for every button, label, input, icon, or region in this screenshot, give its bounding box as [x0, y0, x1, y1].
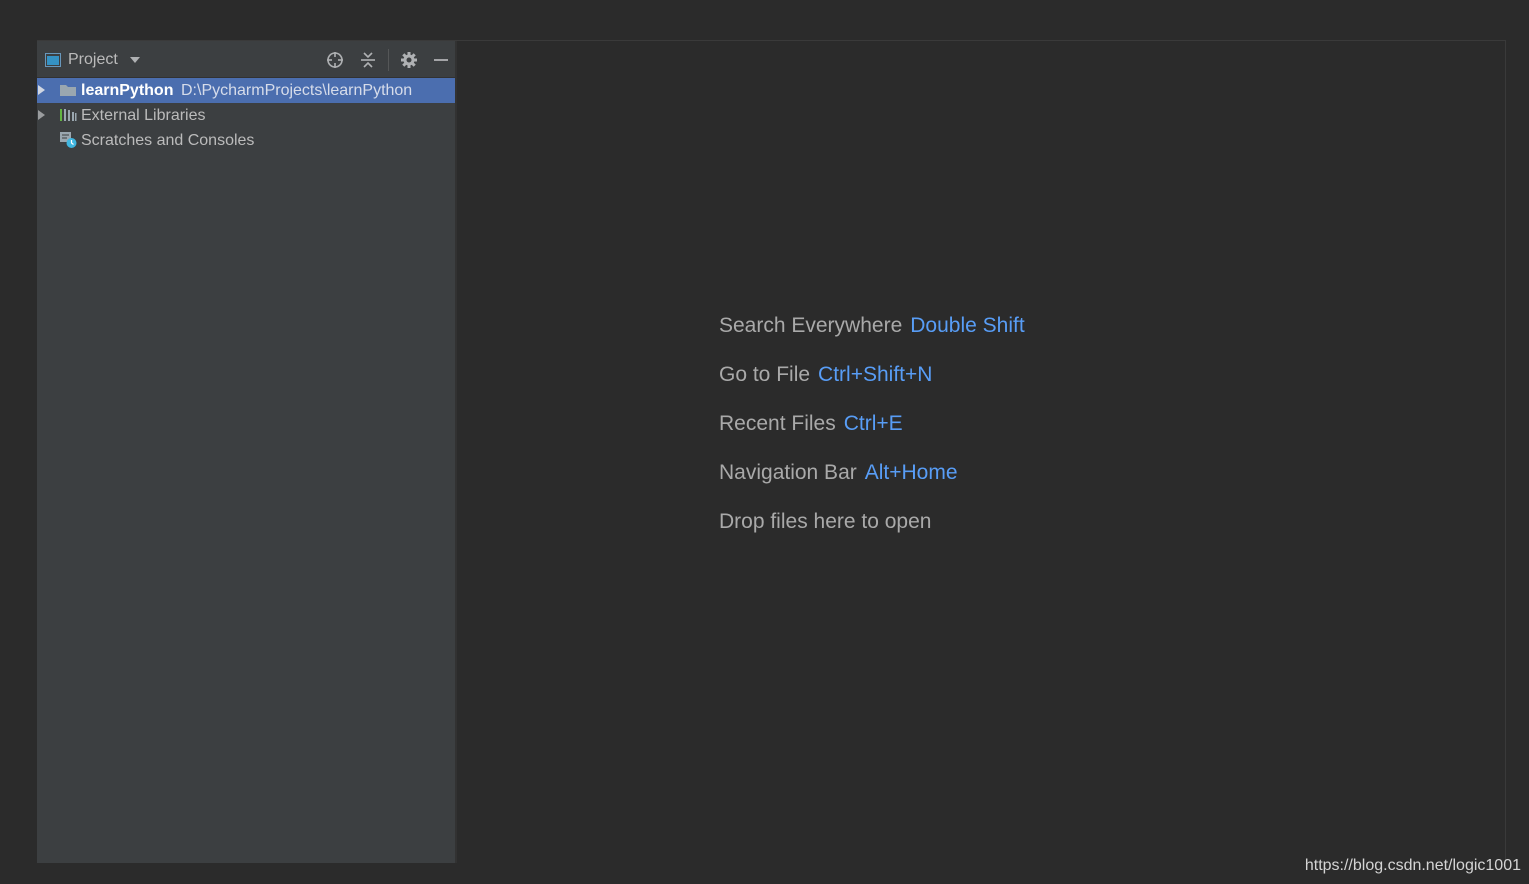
tree-item-label: learnPython: [81, 82, 174, 99]
tree-item-scratches-and-consoles[interactable]: Scratches and Consoles: [37, 128, 455, 153]
locate-icon[interactable]: [325, 50, 345, 70]
hint-label: Search Everywhere: [719, 314, 903, 337]
hint-shortcut: Double Shift: [910, 314, 1025, 337]
hint-label: Navigation Bar: [719, 461, 857, 484]
tree-item-path: D:\PycharmProjects\learnPython: [181, 82, 413, 99]
editor-hints: Search Everywhere Double Shift Go to File…: [719, 312, 1025, 557]
expand-arrow-icon[interactable]: [38, 110, 45, 120]
hint-search-everywhere: Search Everywhere Double Shift: [719, 312, 1025, 361]
watermark-url: https://blog.csdn.net/logic1001: [1304, 857, 1521, 874]
hint-label: Recent Files: [719, 412, 836, 435]
hint-shortcut: Alt+Home: [864, 461, 958, 484]
hint-recent-files: Recent Files Ctrl+E: [719, 410, 1025, 459]
hint-drop-files: Drop files here to open: [719, 508, 1025, 557]
project-tree: learnPython D:\PycharmProjects\learnPyth…: [37, 78, 455, 153]
tree-item-label: Scratches and Consoles: [81, 132, 255, 149]
hint-navigation-bar: Navigation Bar Alt+Home: [719, 459, 1025, 508]
project-window-icon: [45, 53, 61, 67]
editor-empty-area[interactable]: Search Everywhere Double Shift Go to File…: [457, 41, 1504, 863]
chevron-down-icon[interactable]: [130, 57, 140, 63]
hint-shortcut: Ctrl+Shift+N: [818, 363, 933, 386]
project-tool-window: Project learnPython D:\PycharmProjects\l…: [37, 41, 457, 863]
hint-label: Go to File: [719, 363, 811, 386]
hint-label: Drop files here to open: [719, 510, 932, 533]
collapse-all-icon[interactable]: [358, 50, 378, 70]
expand-arrow-icon[interactable]: [38, 85, 45, 95]
header-divider: [388, 49, 389, 71]
project-panel-header: Project: [37, 41, 455, 78]
ide-window: Project learnPython D:\PycharmProjects\l…: [37, 40, 1506, 863]
hint-shortcut: Ctrl+E: [843, 412, 903, 435]
folder-icon: [59, 82, 77, 98]
scratches-icon: [59, 132, 77, 148]
tree-item-external-libraries[interactable]: External Libraries: [37, 103, 455, 128]
project-panel-title[interactable]: Project: [68, 50, 118, 70]
minimize-icon[interactable]: [431, 50, 451, 70]
tree-item-label: External Libraries: [81, 107, 206, 124]
libraries-icon: [59, 107, 77, 123]
tree-item-learnpython[interactable]: learnPython D:\PycharmProjects\learnPyth…: [37, 78, 455, 103]
hint-go-to-file: Go to File Ctrl+Shift+N: [719, 361, 1025, 410]
gear-icon[interactable]: [399, 50, 419, 70]
